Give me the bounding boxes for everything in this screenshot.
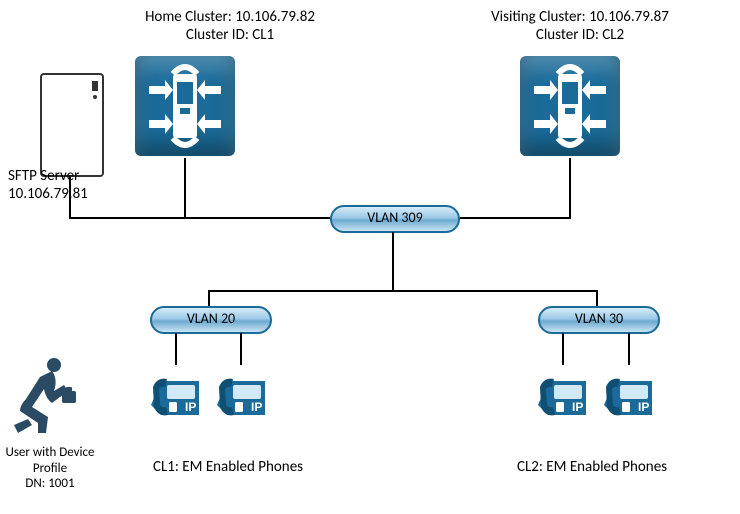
wire bbox=[240, 333, 242, 365]
sftp-server-ip: 10.106.79.81 bbox=[8, 185, 108, 203]
user-line2: Profile bbox=[0, 461, 104, 477]
ip-phone-icon: IP bbox=[211, 365, 271, 425]
visiting-cluster-id: Cluster ID: CL2 bbox=[450, 26, 710, 44]
sftp-server-icon bbox=[40, 73, 104, 177]
home-cluster-label: Home Cluster: 10.106.79.82 Cluster ID: C… bbox=[100, 8, 360, 44]
svg-text:IP: IP bbox=[638, 400, 649, 414]
cl2-phones-label: CL2: EM Enabled Phones bbox=[492, 458, 692, 476]
vlan-309: VLAN 309 bbox=[330, 205, 460, 233]
vlan-20-label: VLAN 20 bbox=[187, 310, 235, 327]
home-cluster-id: Cluster ID: CL1 bbox=[100, 26, 360, 44]
wire bbox=[208, 290, 598, 292]
sftp-server-text: SFTP Server bbox=[8, 167, 108, 185]
visiting-cluster-label: Visiting Cluster: 10.106.79.87 Cluster I… bbox=[450, 8, 710, 44]
ip-phone-icon: IP bbox=[532, 365, 592, 425]
sftp-server-label: SFTP Server 10.106.79.81 bbox=[0, 167, 108, 203]
vlan-30-label: VLAN 30 bbox=[575, 310, 623, 327]
visiting-cluster-title: Visiting Cluster: 10.106.79.87 bbox=[450, 8, 710, 26]
svg-text:IP: IP bbox=[185, 400, 196, 414]
svg-text:IP: IP bbox=[572, 400, 583, 414]
vlan-309-label: VLAN 309 bbox=[367, 209, 422, 226]
wire bbox=[628, 333, 630, 365]
svg-text:IP: IP bbox=[251, 400, 262, 414]
user-line1: User with Device bbox=[0, 445, 104, 461]
home-cluster-title: Home Cluster: 10.106.79.82 bbox=[100, 8, 360, 26]
visiting-cluster-icon bbox=[520, 56, 620, 156]
home-cluster-icon bbox=[135, 56, 235, 156]
wire bbox=[184, 158, 186, 219]
ip-phone-icon: IP bbox=[145, 365, 205, 425]
wire bbox=[69, 177, 71, 219]
cl1-phones-label: CL1: EM Enabled Phones bbox=[128, 458, 328, 476]
ip-phone-icon: IP bbox=[598, 365, 658, 425]
wire bbox=[569, 158, 571, 219]
vlan-30: VLAN 30 bbox=[538, 306, 660, 334]
wire bbox=[392, 232, 394, 292]
vlan-20: VLAN 20 bbox=[150, 306, 272, 334]
wire bbox=[184, 217, 331, 219]
user-label: User with Device Profile DN: 1001 bbox=[0, 445, 104, 492]
wire bbox=[458, 217, 571, 219]
wire bbox=[562, 333, 564, 365]
user-line3: DN: 1001 bbox=[0, 476, 104, 492]
wire bbox=[175, 333, 177, 365]
user-icon bbox=[4, 355, 86, 445]
